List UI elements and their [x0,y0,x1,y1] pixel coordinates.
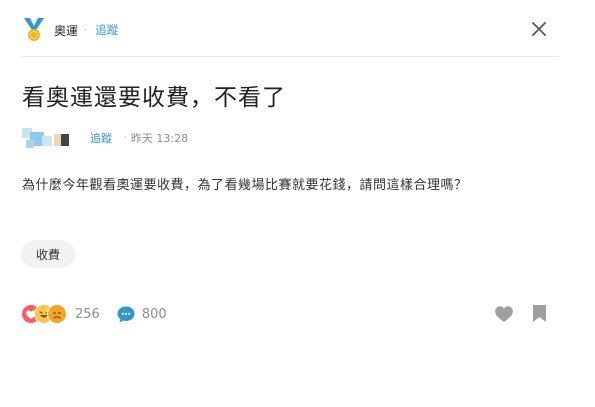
separator-dot: · [84,24,88,36]
comment-count: 800 [141,306,167,322]
board-name[interactable]: 奧運 [54,22,78,39]
separator-dot: · [124,133,127,143]
sad-emoji-icon [47,304,67,324]
reactions-summary[interactable]: 256 800 [21,303,167,325]
board-header: 奧運 · 追蹤 [22,18,118,42]
blurred-avatar[interactable] [22,128,70,148]
comments-summary[interactable]: 800 [116,305,167,324]
bookmark-icon[interactable] [532,304,547,323]
author-row: 追蹤 · 昨天 13:28 [22,127,188,149]
close-icon[interactable] [530,20,548,38]
header-divider [22,56,559,57]
follow-board-button[interactable]: 追蹤 [95,22,118,38]
olympic-medal-icon[interactable] [22,17,46,43]
reaction-count: 256 [75,306,100,322]
comment-bubble-icon [117,306,135,322]
post-title: 看奧運還要收費，不看了 [22,85,286,111]
follow-author-button[interactable]: 追蹤 [90,130,112,146]
tag-chip[interactable]: 收費 [21,240,75,268]
post-timestamp: 昨天 13:28 [130,132,189,145]
post-content: 為什麼今年觀看奧運要收費，為了看幾場比賽就要花錢，請問這樣合理嗎？ [22,178,468,193]
heart-icon[interactable] [494,305,514,323]
